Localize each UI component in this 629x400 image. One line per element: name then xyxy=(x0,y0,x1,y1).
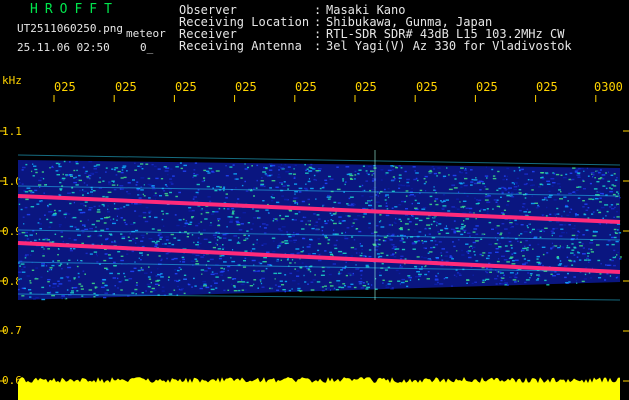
spectrogram-canvas xyxy=(0,95,629,400)
level-fill xyxy=(18,377,620,400)
spectrogram-noise xyxy=(17,150,622,301)
signal-level-bar xyxy=(18,377,620,400)
